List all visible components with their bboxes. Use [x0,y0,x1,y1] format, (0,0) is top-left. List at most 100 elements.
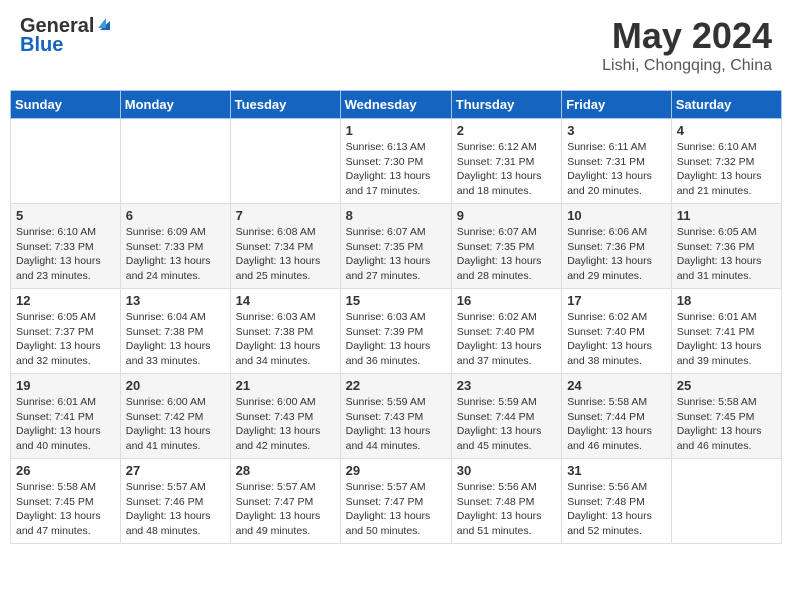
calendar-cell: 4Sunrise: 6:10 AM Sunset: 7:32 PM Daylig… [671,119,781,204]
day-info: Sunrise: 5:58 AM Sunset: 7:45 PM Dayligh… [16,480,115,539]
calendar-header-row: SundayMondayTuesdayWednesdayThursdayFrid… [11,91,782,119]
calendar-cell [11,119,121,204]
calendar-week-row: 5 Sunrise: 6:10 AM Sunset: 7:33 PM Daylig… [11,204,782,289]
day-number: 20 [126,378,225,393]
day-number: 12 [16,293,115,308]
day-info: Sunrise: 6:05 AM Sunset: 7:37 PM Dayligh… [16,310,115,369]
calendar-cell: 9 Sunrise: 6:07 AM Sunset: 7:35 PM Daylig… [451,204,561,289]
location-title: Lishi, Chongqing, China [602,57,772,75]
calendar-cell: 22 Sunrise: 5:59 AM Sunset: 7:43 PM Dayli… [340,374,451,459]
day-number: 21 [236,378,335,393]
day-number: 13 [126,293,225,308]
day-number: 4 [677,123,776,138]
logo-blue: Blue [20,34,63,57]
calendar-cell: 17Sunrise: 6:02 AM Sunset: 7:40 PM Dayli… [562,289,672,374]
calendar-cell: 16 Sunrise: 6:02 AM Sunset: 7:40 PM Dayli… [451,289,561,374]
calendar-week-row: 26 Sunrise: 5:58 AM Sunset: 7:45 PM Dayli… [11,459,782,544]
day-number: 29 [346,463,446,478]
day-info: Sunrise: 6:02 AM Sunset: 7:40 PM Dayligh… [567,310,666,369]
day-info: Sunrise: 6:12 AM Sunset: 7:31 PM Dayligh… [457,140,556,199]
day-number: 1 [346,123,446,138]
day-number: 14 [236,293,335,308]
day-info: Sunrise: 6:10 AM Sunset: 7:33 PM Dayligh… [16,225,115,284]
day-info: Sunrise: 6:13 AM Sunset: 7:30 PM Dayligh… [346,140,446,199]
day-info: Sunrise: 5:59 AM Sunset: 7:44 PM Dayligh… [457,395,556,454]
calendar-cell: 6 Sunrise: 6:09 AM Sunset: 7:33 PM Daylig… [120,204,230,289]
day-info: Sunrise: 6:11 AM Sunset: 7:31 PM Dayligh… [567,140,666,199]
calendar-cell: 26 Sunrise: 5:58 AM Sunset: 7:45 PM Dayli… [11,459,121,544]
day-info: Sunrise: 5:57 AM Sunset: 7:46 PM Dayligh… [126,480,225,539]
calendar-cell: 14Sunrise: 6:03 AM Sunset: 7:38 PM Dayli… [230,289,340,374]
calendar-cell: 30 Sunrise: 5:56 AM Sunset: 7:48 PM Dayli… [451,459,561,544]
day-number: 7 [236,208,335,223]
day-info: Sunrise: 6:08 AM Sunset: 7:34 PM Dayligh… [236,225,335,284]
calendar-cell [671,459,781,544]
day-info: Sunrise: 6:04 AM Sunset: 7:38 PM Dayligh… [126,310,225,369]
logo: General Blue [20,15,112,57]
calendar-cell: 12 Sunrise: 6:05 AM Sunset: 7:37 PM Dayli… [11,289,121,374]
day-number: 6 [126,208,225,223]
calendar-cell: 15 Sunrise: 6:03 AM Sunset: 7:39 PM Dayli… [340,289,451,374]
day-info: Sunrise: 6:02 AM Sunset: 7:40 PM Dayligh… [457,310,556,369]
calendar-cell: 11 Sunrise: 6:05 AM Sunset: 7:36 PM Dayli… [671,204,781,289]
calendar-cell: 8 Sunrise: 6:07 AM Sunset: 7:35 PM Daylig… [340,204,451,289]
day-info: Sunrise: 5:58 AM Sunset: 7:45 PM Dayligh… [677,395,776,454]
calendar-cell: 31Sunrise: 5:56 AM Sunset: 7:48 PM Dayli… [562,459,672,544]
calendar-cell: 27 Sunrise: 5:57 AM Sunset: 7:46 PM Dayli… [120,459,230,544]
calendar-week-row: 19 Sunrise: 6:01 AM Sunset: 7:41 PM Dayli… [11,374,782,459]
weekday-header: Tuesday [230,91,340,119]
calendar-cell: 19 Sunrise: 6:01 AM Sunset: 7:41 PM Dayli… [11,374,121,459]
calendar-cell: 25 Sunrise: 5:58 AM Sunset: 7:45 PM Dayli… [671,374,781,459]
day-number: 30 [457,463,556,478]
day-info: Sunrise: 6:09 AM Sunset: 7:33 PM Dayligh… [126,225,225,284]
day-number: 2 [457,123,556,138]
day-number: 11 [677,208,776,223]
day-info: Sunrise: 6:07 AM Sunset: 7:35 PM Dayligh… [346,225,446,284]
calendar-cell: 3Sunrise: 6:11 AM Sunset: 7:31 PM Daylig… [562,119,672,204]
day-info: Sunrise: 5:56 AM Sunset: 7:48 PM Dayligh… [457,480,556,539]
calendar-cell: 7 Sunrise: 6:08 AM Sunset: 7:34 PM Daylig… [230,204,340,289]
day-number: 9 [457,208,556,223]
day-info: Sunrise: 6:00 AM Sunset: 7:42 PM Dayligh… [126,395,225,454]
day-number: 8 [346,208,446,223]
logo-icon [96,16,112,37]
day-info: Sunrise: 6:05 AM Sunset: 7:36 PM Dayligh… [677,225,776,284]
calendar-cell: 20 Sunrise: 6:00 AM Sunset: 7:42 PM Dayli… [120,374,230,459]
day-number: 22 [346,378,446,393]
day-info: Sunrise: 5:59 AM Sunset: 7:43 PM Dayligh… [346,395,446,454]
calendar-cell [120,119,230,204]
day-number: 16 [457,293,556,308]
calendar-cell: 24Sunrise: 5:58 AM Sunset: 7:44 PM Dayli… [562,374,672,459]
calendar-cell: 21 Sunrise: 6:00 AM Sunset: 7:43 PM Dayli… [230,374,340,459]
day-number: 27 [126,463,225,478]
day-info: Sunrise: 6:01 AM Sunset: 7:41 PM Dayligh… [16,395,115,454]
weekday-header: Friday [562,91,672,119]
day-number: 24 [567,378,666,393]
day-number: 25 [677,378,776,393]
page-header: General Blue May 2024 Lishi, Chongqing, … [10,10,782,80]
day-info: Sunrise: 6:03 AM Sunset: 7:39 PM Dayligh… [346,310,446,369]
calendar-cell [230,119,340,204]
month-title: May 2024 [602,15,772,57]
day-info: Sunrise: 6:07 AM Sunset: 7:35 PM Dayligh… [457,225,556,284]
weekday-header: Thursday [451,91,561,119]
day-number: 18 [677,293,776,308]
calendar-week-row: 1 Sunrise: 6:13 AM Sunset: 7:30 PM Daylig… [11,119,782,204]
day-number: 26 [16,463,115,478]
calendar-cell: 23Sunrise: 5:59 AM Sunset: 7:44 PM Dayli… [451,374,561,459]
calendar-cell: 10Sunrise: 6:06 AM Sunset: 7:36 PM Dayli… [562,204,672,289]
calendar-cell: 18 Sunrise: 6:01 AM Sunset: 7:41 PM Dayli… [671,289,781,374]
calendar-cell: 29Sunrise: 5:57 AM Sunset: 7:47 PM Dayli… [340,459,451,544]
day-info: Sunrise: 6:01 AM Sunset: 7:41 PM Dayligh… [677,310,776,369]
day-info: Sunrise: 5:57 AM Sunset: 7:47 PM Dayligh… [236,480,335,539]
day-info: Sunrise: 6:06 AM Sunset: 7:36 PM Dayligh… [567,225,666,284]
calendar-cell: 5 Sunrise: 6:10 AM Sunset: 7:33 PM Daylig… [11,204,121,289]
day-info: Sunrise: 6:00 AM Sunset: 7:43 PM Dayligh… [236,395,335,454]
weekday-header: Monday [120,91,230,119]
calendar-cell: 2 Sunrise: 6:12 AM Sunset: 7:31 PM Daylig… [451,119,561,204]
calendar-cell: 28Sunrise: 5:57 AM Sunset: 7:47 PM Dayli… [230,459,340,544]
day-number: 5 [16,208,115,223]
weekday-header: Sunday [11,91,121,119]
day-number: 15 [346,293,446,308]
day-number: 19 [16,378,115,393]
